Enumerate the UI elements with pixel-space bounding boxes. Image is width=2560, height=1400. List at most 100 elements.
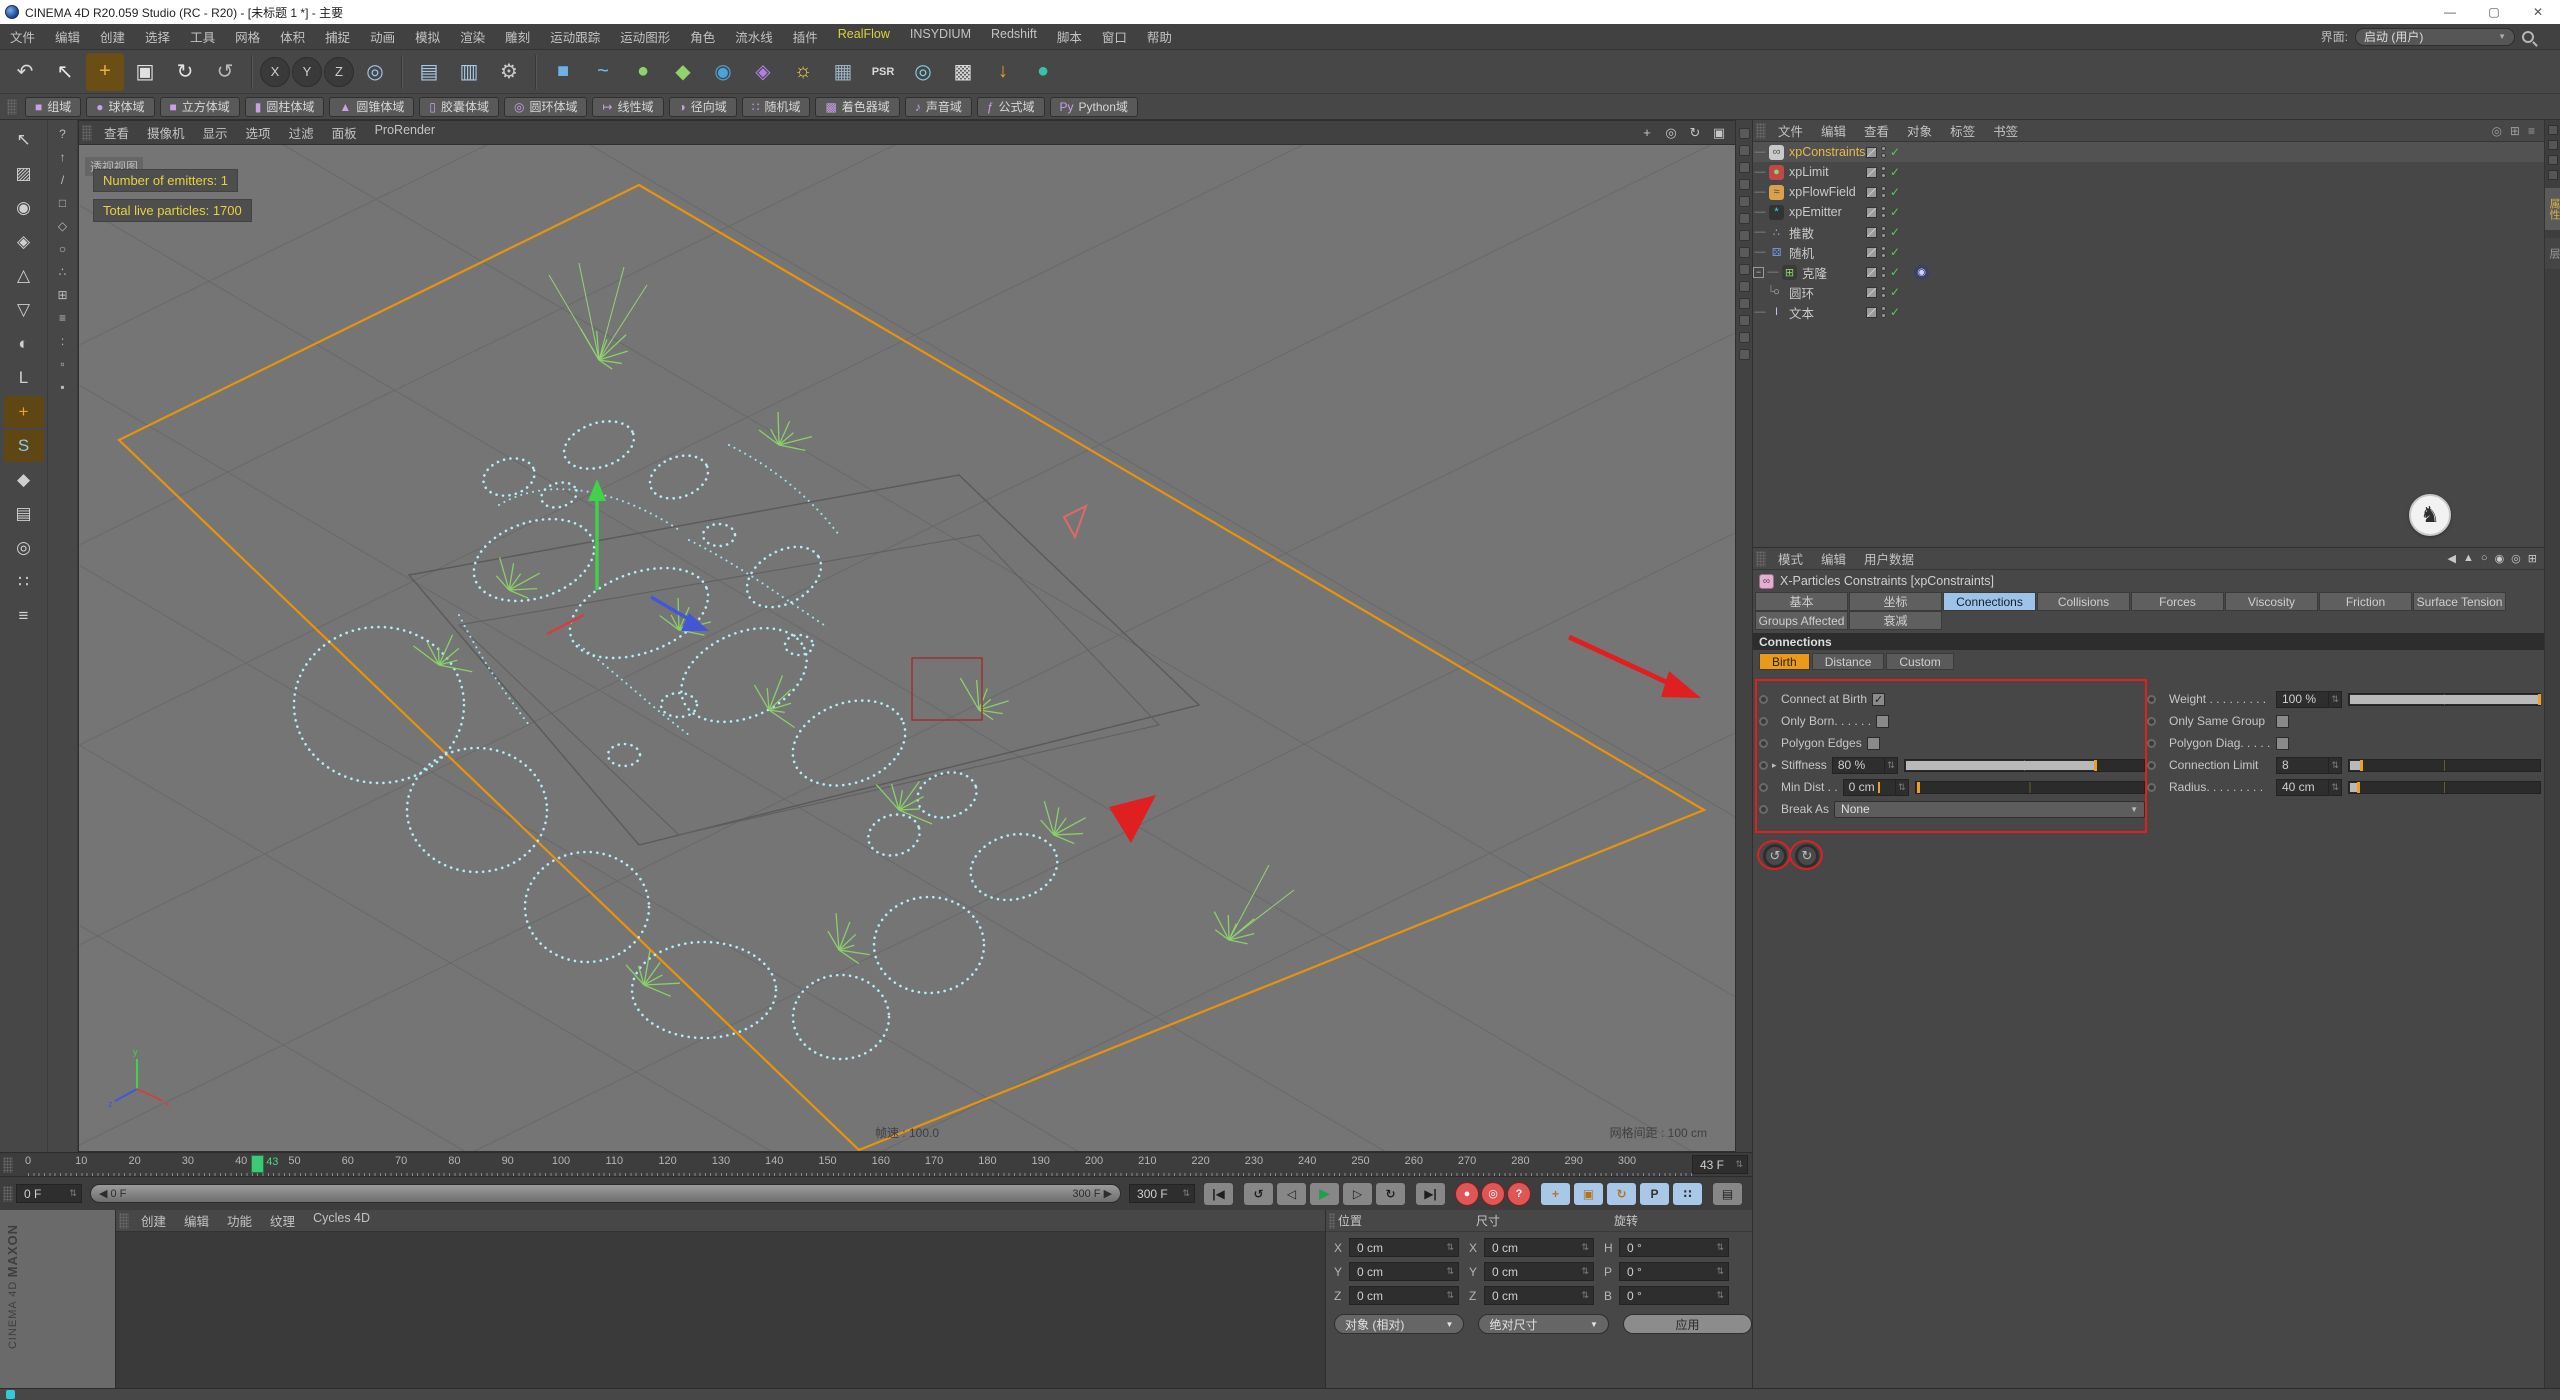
mograph-tag-icon[interactable]: ◉ xyxy=(1914,265,1929,280)
linear-field-button[interactable]: ↦线性域 xyxy=(592,97,663,117)
dropdown-none[interactable]: None▼ xyxy=(1834,801,2145,818)
slider-handle[interactable] xyxy=(2538,694,2541,705)
palette-icon-7[interactable] xyxy=(1739,230,1750,241)
object-name[interactable]: 克隆 xyxy=(1802,263,1827,282)
random-field-button[interactable]: ∷随机域 xyxy=(742,97,811,117)
dock-tab-属性[interactable]: 属性 xyxy=(2545,188,2560,230)
minimize-button[interactable]: — xyxy=(2428,0,2472,24)
goto-end-button[interactable]: ▶| xyxy=(1415,1182,1446,1206)
spline-pen-icon[interactable]: ~ xyxy=(584,53,622,91)
enabled-check-icon[interactable]: ✓ xyxy=(1890,205,1900,219)
menu-运动跟踪[interactable]: 运动跟踪 xyxy=(540,27,610,46)
material-menu-功能[interactable]: 功能 xyxy=(218,1211,261,1230)
rotate-icon[interactable]: ↻ xyxy=(166,53,204,91)
object-row-xpEmitter[interactable]: —*xpEmitter✓ xyxy=(1753,202,2545,222)
om-menu-标签[interactable]: 标签 xyxy=(1941,121,1984,140)
layout-select[interactable]: 启动 (用户)▼ xyxy=(2355,28,2515,46)
panel-handle[interactable] xyxy=(1329,1213,1335,1229)
key-scale-toggle[interactable]: ▣ xyxy=(1573,1182,1604,1206)
cone-field-button[interactable]: ▲圆锥体域 xyxy=(329,97,414,117)
move-icon[interactable]: + xyxy=(86,53,124,91)
palette-icon-8[interactable] xyxy=(1739,247,1750,258)
search-icon[interactable] xyxy=(2522,31,2534,43)
subtab-Birth[interactable]: Birth xyxy=(1759,653,1810,670)
sound-field-button[interactable]: ♪声音域 xyxy=(905,97,972,117)
am-back-icon[interactable]: ◀ xyxy=(2448,552,2456,565)
tab-坐标[interactable]: 坐标 xyxy=(1849,592,1942,611)
value-field[interactable]: 80 %⇅ xyxy=(1832,757,1898,774)
motion-system-button[interactable]: ▤ xyxy=(1712,1182,1743,1206)
palette-icon-1[interactable] xyxy=(1739,128,1750,139)
value-field[interactable]: 0 cm⇅ xyxy=(1843,779,1909,796)
key-pla-toggle[interactable]: ∷ xyxy=(1672,1182,1703,1206)
next-frame-button[interactable]: ▷ xyxy=(1342,1182,1373,1206)
tool-layers[interactable]: ▤ xyxy=(4,498,44,530)
render-picture-viewer-icon[interactable]: ▥ xyxy=(450,53,488,91)
visibility-dots[interactable] xyxy=(1881,226,1886,238)
visibility-dots[interactable] xyxy=(1881,246,1886,258)
tool-mask[interactable]: ◎ xyxy=(4,532,44,564)
menu-雕刻[interactable]: 雕刻 xyxy=(495,27,540,46)
xp-action-button-2[interactable]: ↻ xyxy=(1795,844,1819,868)
object-name[interactable]: xpLimit xyxy=(1789,165,1829,179)
coord-field-0-X[interactable]: 0 cm⇅ xyxy=(1349,1238,1459,1257)
menu-流水线[interactable]: 流水线 xyxy=(725,27,783,46)
panel-handle[interactable] xyxy=(1756,551,1766,567)
viewport-canvas[interactable]: 透视视图 Number of emitters: 1 Total live pa… xyxy=(79,145,1735,1151)
insydium-update-icon[interactable]: ↓ xyxy=(984,53,1022,91)
viewport-menu-摄像机[interactable]: 摄像机 xyxy=(138,123,194,142)
slider-track[interactable] xyxy=(2348,781,2541,794)
menu-捕捉[interactable]: 捕捉 xyxy=(315,27,360,46)
vp-toggle-icon[interactable]: ▣ xyxy=(1709,124,1729,142)
material-menu-Cycles 4D[interactable]: Cycles 4D xyxy=(304,1211,379,1230)
menu-RealFlow[interactable]: RealFlow xyxy=(828,27,900,46)
animation-dot-icon[interactable] xyxy=(2147,739,2156,748)
viewport-menu-ProRender[interactable]: ProRender xyxy=(366,123,444,142)
animation-dot-icon[interactable] xyxy=(1759,695,1768,704)
tab-Groups Affected[interactable]: Groups Affected xyxy=(1755,611,1848,630)
viewport-menu-查看[interactable]: 查看 xyxy=(95,123,138,142)
palette-icon-6[interactable] xyxy=(1739,213,1750,224)
tab-Forces[interactable]: Forces xyxy=(2131,592,2224,611)
am-menu-用户数据[interactable]: 用户数据 xyxy=(1855,549,1923,568)
menu-脚本[interactable]: 脚本 xyxy=(1047,27,1092,46)
small-tool-list[interactable]: ≡ xyxy=(52,308,74,328)
size-mode-select[interactable]: 绝对尺寸▼ xyxy=(1478,1314,1608,1334)
animation-dot-icon[interactable] xyxy=(1759,783,1768,792)
tab-衰减[interactable]: 衰减 xyxy=(1849,611,1942,630)
am-track-icon[interactable]: ◎ xyxy=(2511,552,2521,565)
lock-z-icon[interactable]: Z xyxy=(324,57,354,87)
radial-field-button[interactable]: ◑径向域 xyxy=(669,97,737,117)
small-tool-box[interactable]: □ xyxy=(52,193,74,213)
visibility-dots[interactable] xyxy=(1881,186,1886,198)
animation-dot-icon[interactable] xyxy=(2147,695,2156,704)
goto-start-button[interactable]: |◀ xyxy=(1203,1182,1234,1206)
enabled-check-icon[interactable]: ✓ xyxy=(1890,245,1900,259)
checkbox-checked[interactable]: ✓ xyxy=(1872,693,1885,706)
slider-track[interactable] xyxy=(2348,759,2541,772)
object-row-克隆[interactable]: −—⊞克隆✓◉ xyxy=(1753,262,2545,282)
tool-extrude[interactable]: ◆ xyxy=(4,464,44,496)
checkbox-unchecked[interactable] xyxy=(1876,715,1889,728)
preview-range-slider[interactable]: ◀ 0 F 300 F ▶ xyxy=(90,1184,1121,1203)
coord-field-1-Y[interactable]: 0 cm⇅ xyxy=(1484,1262,1594,1281)
tool-select[interactable]: ↖ xyxy=(4,124,44,156)
slider-handle[interactable] xyxy=(2094,760,2097,771)
viewport-menu-显示[interactable]: 显示 xyxy=(194,123,237,142)
small-tool-diamond[interactable]: ◇ xyxy=(52,216,74,236)
live-selection-icon[interactable]: ↖ xyxy=(46,53,84,91)
play-button[interactable]: ▶ xyxy=(1309,1182,1340,1206)
menu-帮助[interactable]: 帮助 xyxy=(1137,27,1182,46)
tool-menu[interactable]: ≡ xyxy=(4,600,44,632)
palette-icon-9[interactable] xyxy=(1739,264,1750,275)
realflow-icon[interactable]: ● xyxy=(1024,53,1062,91)
object-row-随机[interactable]: —⚄随机✓ xyxy=(1753,242,2545,262)
tool-scale[interactable]: S xyxy=(4,430,44,462)
object-name[interactable]: xpEmitter xyxy=(1789,205,1842,219)
panel-handle[interactable] xyxy=(82,125,92,141)
camera-icon[interactable]: ▦ xyxy=(824,53,862,91)
range-start-field[interactable]: 0 F⇅ xyxy=(16,1184,82,1203)
panel-handle[interactable] xyxy=(7,99,17,115)
layer-swatch-icon[interactable] xyxy=(1866,147,1877,158)
menu-模拟[interactable]: 模拟 xyxy=(405,27,450,46)
